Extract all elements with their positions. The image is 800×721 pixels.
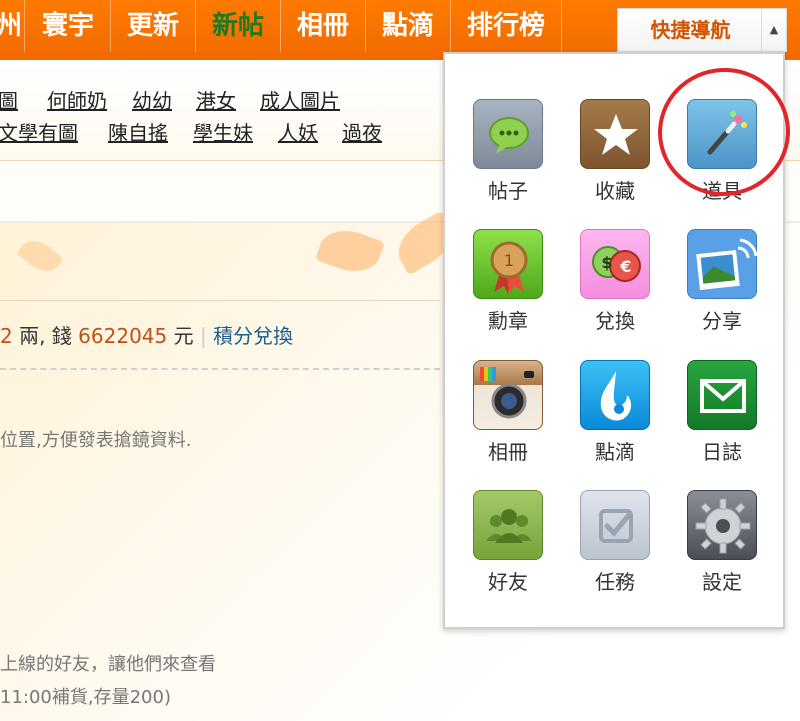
- nav-item-albums[interactable]: 相冊: [281, 0, 366, 52]
- menu-item-settings[interactable]: 設定: [672, 490, 772, 595]
- caret-up-icon: ▲: [761, 9, 786, 51]
- menu-item-tasks[interactable]: 任務: [565, 490, 665, 595]
- svg-text:$: $: [601, 253, 612, 272]
- tag-link[interactable]: 人妖: [278, 117, 318, 146]
- menu-item-medals[interactable]: 1 勳章: [458, 229, 558, 334]
- notice-text: 上線的好友，讓他們來查看: [0, 654, 216, 675]
- menu-item-journal[interactable]: 日誌: [672, 360, 772, 465]
- menu-item-label: 任務: [595, 570, 635, 594]
- tag-link[interactable]: 何師奶: [47, 85, 107, 114]
- menu-item-label: 點滴: [595, 440, 635, 464]
- menu-item-friends[interactable]: 好友: [458, 490, 558, 595]
- tag-link[interactable]: 過夜: [342, 117, 382, 146]
- quick-nav-label: 快捷導航: [650, 18, 731, 42]
- menu-item-label: 好友: [488, 570, 528, 594]
- tag-link[interactable]: 幼幼: [132, 85, 172, 114]
- tag-link[interactable]: 圖: [0, 85, 18, 114]
- tag-link[interactable]: 文學有圖: [0, 117, 78, 146]
- money-value: 6622045: [78, 324, 168, 348]
- nav-item-new-posts[interactable]: 新帖: [196, 0, 281, 52]
- leaf-decoration: [16, 233, 64, 279]
- divider: [0, 300, 440, 301]
- nav-item-updates[interactable]: 更新: [111, 0, 196, 52]
- flame-drop-icon: [580, 360, 650, 430]
- separator: |: [199, 324, 207, 348]
- menu-item-label: 兌換: [595, 309, 635, 333]
- dashed-divider: [0, 368, 440, 370]
- leaf-decoration: [314, 221, 386, 281]
- camera-icon: [473, 360, 543, 430]
- nav-item-partial[interactable]: 州: [0, 0, 25, 52]
- tag-link[interactable]: 陳自搖: [108, 117, 168, 146]
- tag-link[interactable]: 港女: [196, 85, 236, 114]
- menu-item-posts[interactable]: 帖子: [458, 99, 558, 204]
- menu-item-share[interactable]: 分享: [672, 229, 772, 334]
- tag-link[interactable]: 學生妹: [193, 117, 253, 146]
- quick-nav-button[interactable]: 快捷導航 ▲: [617, 8, 787, 52]
- nav-item-ranking[interactable]: 排行榜: [451, 0, 562, 52]
- menu-item-moments[interactable]: 點滴: [565, 360, 665, 465]
- star-icon: [580, 99, 650, 169]
- svg-text:€: €: [619, 257, 631, 276]
- envelope-icon: [687, 360, 757, 430]
- money-unit: 元: [173, 324, 194, 348]
- menu-item-favorites[interactable]: 收藏: [565, 99, 665, 204]
- menu-item-label: 收藏: [595, 179, 635, 203]
- nav-item-moments[interactable]: 點滴: [366, 0, 451, 52]
- share-photo-icon: [687, 229, 758, 299]
- menu-item-label: 分享: [702, 309, 742, 333]
- menu-item-exchange[interactable]: $ € 兌換: [565, 229, 665, 334]
- menu-item-label: 日誌: [702, 440, 742, 464]
- balance-unit: 兩, 錢: [19, 324, 72, 348]
- menu-item-label: 設定: [702, 570, 742, 594]
- notice-text: 位置,方便發表搶鏡資料.: [0, 430, 192, 451]
- menu-item-label: 相冊: [488, 440, 528, 464]
- exchange-link[interactable]: 積分兌換: [213, 324, 293, 348]
- gear-icon: [687, 490, 757, 560]
- tag-link[interactable]: 成人圖片: [260, 85, 340, 114]
- account-balance-line: 2 兩, 錢 6622045 元 | 積分兌換: [0, 320, 293, 349]
- currency-exchange-icon: $ €: [580, 229, 650, 299]
- menu-item-label: 帖子: [488, 179, 528, 203]
- menu-item-label: 勳章: [488, 309, 528, 333]
- friends-icon: [473, 490, 543, 560]
- balance-prefix: 2: [0, 324, 13, 348]
- svg-text:1: 1: [504, 251, 514, 270]
- menu-item-albums[interactable]: 相冊: [458, 360, 558, 465]
- notice-text: 11:00補貨,存量200): [0, 687, 171, 708]
- top-nav-bar: 州 寰宇 更新 新帖 相冊 點滴 排行榜 快捷導航 ▲: [0, 0, 800, 60]
- medal-icon: 1: [473, 229, 543, 299]
- speech-bubble-icon: [473, 99, 543, 169]
- task-check-icon: [580, 490, 650, 560]
- nav-item-universe[interactable]: 寰宇: [26, 0, 111, 52]
